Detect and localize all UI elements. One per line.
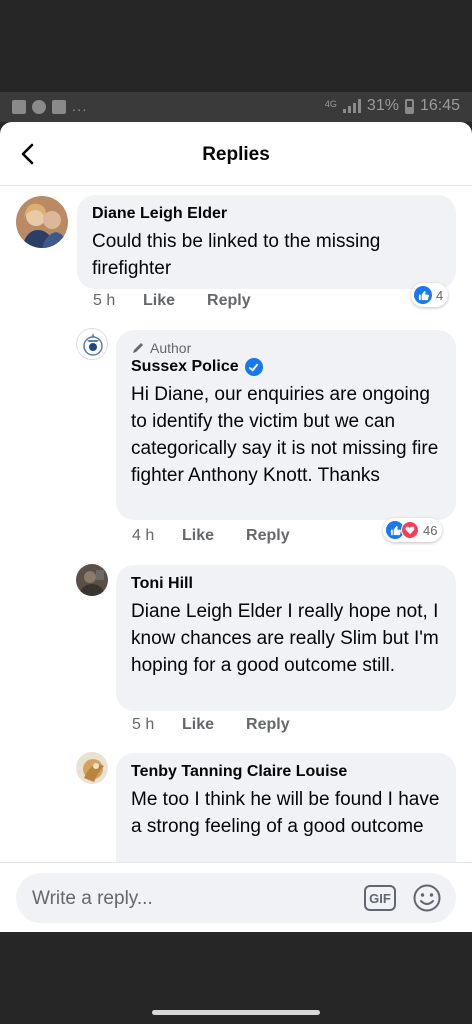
comment-text: Diane Leigh Elder I really hope not, I k… — [131, 601, 439, 676]
comment-bubble[interactable]: Toni Hill Diane Leigh Elder I really hop… — [116, 565, 456, 711]
reaction-summary[interactable]: 46 — [383, 518, 443, 542]
like-button[interactable]: Like — [143, 292, 175, 310]
reaction-count: 4 — [436, 287, 444, 303]
comment-text: Could this be linked to the missing fire… — [92, 231, 381, 279]
pencil-icon — [133, 343, 143, 353]
replies-header: Replies — [0, 122, 472, 186]
comment-author-name[interactable]: Diane Leigh Elder — [92, 204, 442, 224]
gif-button[interactable]: GIF — [364, 885, 396, 911]
more-notifications-dots: ... — [72, 98, 88, 115]
clock: 16:45 — [419, 97, 460, 114]
avatar[interactable] — [16, 196, 68, 248]
comment-text: Hi Diane, our enquiries are ongoing to i… — [131, 384, 439, 486]
like-button[interactable]: Like — [182, 716, 214, 734]
reply-button[interactable]: Reply — [207, 292, 251, 310]
comment-author-name[interactable]: Sussex Police — [131, 357, 239, 377]
police-crest-icon — [83, 333, 103, 356]
like-button[interactable]: Like — [182, 527, 214, 545]
comment-author-name[interactable]: Tenby Tanning Claire Louise — [131, 762, 442, 782]
verified-badge-icon — [244, 358, 263, 376]
network-type: 4G — [324, 98, 337, 109]
battery-icon — [404, 98, 414, 114]
top-dark-area — [0, 0, 472, 92]
facebook-icon — [52, 99, 66, 114]
smiley-icon[interactable] — [412, 883, 442, 913]
author-label: Author — [150, 340, 192, 356]
comment-time: 5 h — [93, 292, 116, 309]
reply-input-placeholder: Write a reply... — [32, 888, 153, 909]
bottom-dark-area — [0, 932, 472, 1024]
reaction-summary[interactable]: 4 — [411, 283, 449, 307]
avatar[interactable] — [76, 328, 108, 360]
author-badge: Author — [131, 339, 442, 357]
comment-bubble[interactable]: Diane Leigh Elder Could this be linked t… — [77, 195, 456, 289]
comment-author-name[interactable]: Toni Hill — [131, 574, 442, 594]
comment-time: 4 h — [132, 527, 155, 544]
avatar[interactable] — [76, 564, 108, 596]
comment-meta: 5 h Like Reply — [93, 292, 283, 310]
facebook-icon — [12, 99, 26, 114]
comment-text: Me too I think he will be found I have a… — [131, 789, 440, 837]
comment-meta: 5 h Like Reply — [132, 716, 322, 734]
comment-meta: 4 h Like Reply — [132, 527, 322, 545]
reply-button[interactable]: Reply — [246, 527, 290, 545]
signal-icon — [342, 99, 361, 113]
home-indicator[interactable] — [152, 1010, 320, 1015]
reply-button[interactable]: Reply — [246, 716, 290, 734]
avatar[interactable] — [76, 752, 108, 784]
like-reaction-icon — [414, 286, 432, 304]
reaction-count: 46 — [423, 522, 438, 538]
love-reaction-icon — [401, 521, 419, 539]
replies-sheet: Replies Diane Leigh Elder Could this be … — [0, 122, 472, 932]
reply-input[interactable]: Write a reply... GIF — [16, 873, 456, 923]
page-title: Replies — [202, 144, 270, 165]
messenger-icon — [32, 99, 46, 114]
battery-percent: 31% — [366, 97, 399, 114]
reply-composer: Write a reply... GIF — [0, 862, 472, 932]
comment-time: 5 h — [132, 716, 155, 733]
comment-bubble[interactable]: Author Sussex Police Hi Diane, our enqui… — [116, 330, 456, 520]
status-bar: ... 4G 31% 16:45 — [0, 92, 472, 122]
